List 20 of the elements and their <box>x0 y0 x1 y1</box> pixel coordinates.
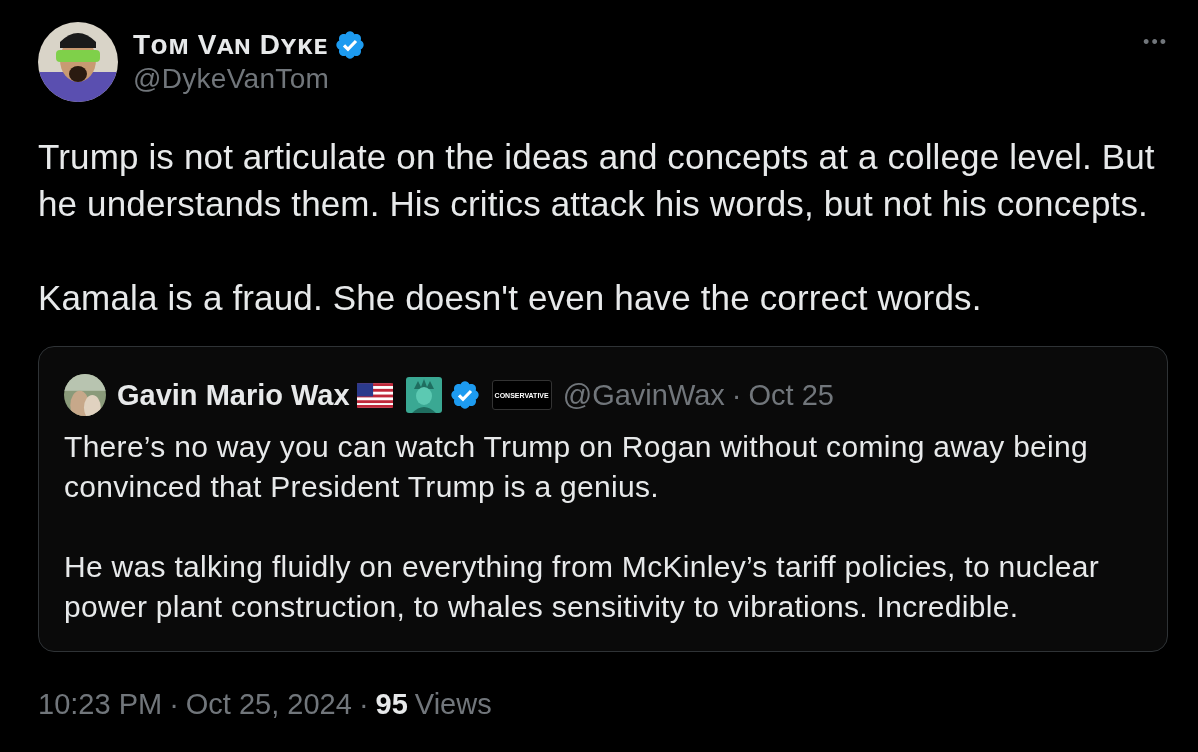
quoted-tweet-text: There’s no way you can watch Trump on Rogan without coming away being convinced that President Trump is a genius. <box>64 429 1090 505</box>
quoted-author-name[interactable]: Gavin Mario Wax <box>117 378 350 412</box>
views-count: 95 <box>375 688 408 721</box>
tweet-text: Kamala is a fraud. She doesn't even have the correct words. <box>38 277 983 319</box>
tweet-date[interactable]: Oct 25, 2024 <box>185 688 352 721</box>
author-name[interactable]: Tᴏᴍ Vᴀɴ Dʏᴋᴇ <box>133 28 328 62</box>
separator: · <box>169 688 179 721</box>
quoted-tweet-text: He was talking fluidly on everything from McKinley’s tariff policies, to nuclear power plant construction, to whales sensitivity to vibrations. Incredible. <box>64 549 1100 625</box>
quoted-author-handle[interactable]: @GavinWax <box>562 378 725 412</box>
more-button[interactable]: ••• <box>1143 32 1168 53</box>
views-label: Views <box>414 688 492 721</box>
flag-icon <box>356 382 393 408</box>
statue-icon <box>405 377 442 413</box>
quoted-tweet-card[interactable] <box>38 346 1168 652</box>
author-handle[interactable]: @DykeVanTom <box>133 62 366 96</box>
separator: · <box>731 378 742 412</box>
quoted-tweet-date[interactable]: Oct 25 <box>748 378 834 412</box>
tweet-text: Trump is not articulate on the ideas and concepts at a college level. But he understands them. His critics attack his words, but not his concepts. <box>38 136 1156 225</box>
separator: · <box>358 688 369 721</box>
tweet-time[interactable]: 10:23 PM <box>38 688 163 721</box>
